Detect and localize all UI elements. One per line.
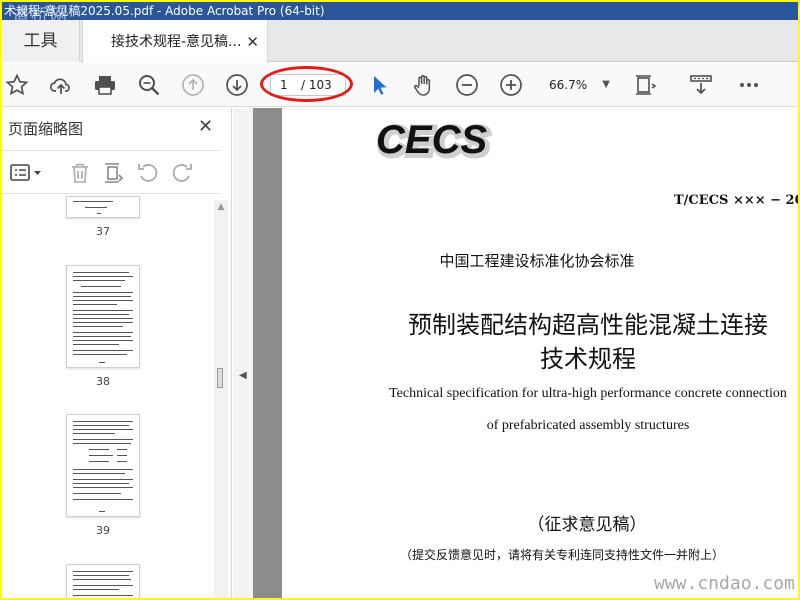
title-chinese-line2: 技术规程 (540, 345, 636, 373)
title-english-line1: Technical specification for ultra-high p… (389, 386, 787, 401)
options-menu-icon[interactable] (8, 161, 44, 185)
thumbnail-page-number: 37 (96, 225, 110, 238)
page-thumbnail[interactable] (66, 265, 140, 368)
scrollbar-thumb[interactable] (217, 368, 223, 388)
cecs-logo: CECS CECS (375, 114, 492, 167)
standard-code: T/CECS ××× − 202× (674, 193, 798, 208)
bookmark-star-icon[interactable] (4, 72, 30, 98)
close-panel-icon[interactable]: ✕ (198, 116, 213, 137)
zoom-out-icon[interactable] (454, 72, 480, 98)
hand-tool-icon[interactable] (410, 72, 436, 98)
panel-splitter[interactable]: ◀ (233, 108, 253, 598)
more-icon[interactable] (736, 72, 762, 98)
rotate-clockwise-icon[interactable] (170, 161, 194, 185)
chevron-down-icon: ▼ (602, 79, 610, 90)
watermark-bottom: www.cndao.com (654, 573, 795, 594)
collapse-panel-icon[interactable]: ◀ (239, 370, 247, 381)
zoom-in-icon[interactable] (498, 72, 524, 98)
page-thumbnail[interactable] (66, 196, 140, 218)
thumbnail-scrollbar[interactable]: ▲ (214, 200, 228, 598)
draft-note: （提交反馈意见时，请将有关专利连同支持性文件一并附上） (400, 548, 725, 562)
print-icon[interactable] (92, 72, 118, 98)
close-tab-icon[interactable]: ✕ (246, 20, 259, 64)
document-view[interactable]: CECS CECS T/CECS ××× − 202× 中国工程建设标准化协会标… (253, 108, 798, 598)
select-arrow-icon[interactable] (366, 72, 392, 98)
main-toolbar: 1 / 103 66.7% ▼ (2, 63, 798, 107)
tab-document[interactable]: 接技术规程-意见稿... ✕ (82, 20, 268, 63)
zoom-dropdown[interactable]: 66.7% ▼ (542, 74, 614, 96)
find-zoom-icon[interactable] (136, 72, 162, 98)
upload-cloud-icon[interactable] (48, 72, 74, 98)
draft-label: （征求意见稿） (527, 515, 647, 535)
thumbnail-page-number: 38 (96, 375, 110, 388)
page-thumbnail[interactable] (66, 414, 140, 517)
next-page-icon[interactable] (224, 72, 250, 98)
title-english-line2: of prefabricated assembly structures (486, 418, 690, 433)
highlight-ellipse (260, 66, 353, 102)
zoom-value: 66.7% (549, 78, 588, 92)
extract-page-icon[interactable] (102, 161, 126, 185)
page-fit-icon[interactable] (632, 72, 658, 98)
delete-page-icon[interactable] (68, 161, 92, 185)
acrobat-window: 术规程-意见稿2025.05.pdf - Adobe Acrobat Pro (… (2, 2, 798, 598)
thumbnail-toolbar (2, 150, 220, 194)
title-chinese: 预制装配结构超高性能混凝土连接 技术规程 (378, 308, 798, 376)
page-thumbnail[interactable] (66, 564, 140, 598)
tab-tools[interactable]: 工具 (2, 20, 80, 62)
thumbnail-page-number: 39 (96, 524, 110, 537)
title-chinese-line1: 预制装配结构超高性能混凝土连接 (408, 311, 768, 339)
rotate-counterclockwise-icon[interactable] (136, 161, 160, 185)
panel-title: 页面缩略图 (8, 120, 84, 138)
association-name: 中国工程建设标准化协会标准 (439, 252, 635, 270)
window-title-bar: 术规程-意见稿2025.05.pdf - Adobe Acrobat Pro (… (2, 2, 798, 20)
scroll-up-icon[interactable]: ▲ (214, 200, 228, 214)
scroll-mode-icon[interactable] (688, 72, 714, 98)
pdf-page: CECS CECS T/CECS ××× − 202× 中国工程建设标准化协会标… (282, 108, 798, 598)
svg-text:CECS: CECS (376, 118, 487, 162)
tab-bar: 工具 接技术规程-意见稿... ✕ (2, 20, 798, 63)
previous-page-icon[interactable] (180, 72, 206, 98)
thumbnail-panel: 页面缩略图 ✕ 37 38 39 ▲ (2, 108, 232, 598)
tab-document-label: 接技术规程-意见稿... (111, 34, 242, 50)
